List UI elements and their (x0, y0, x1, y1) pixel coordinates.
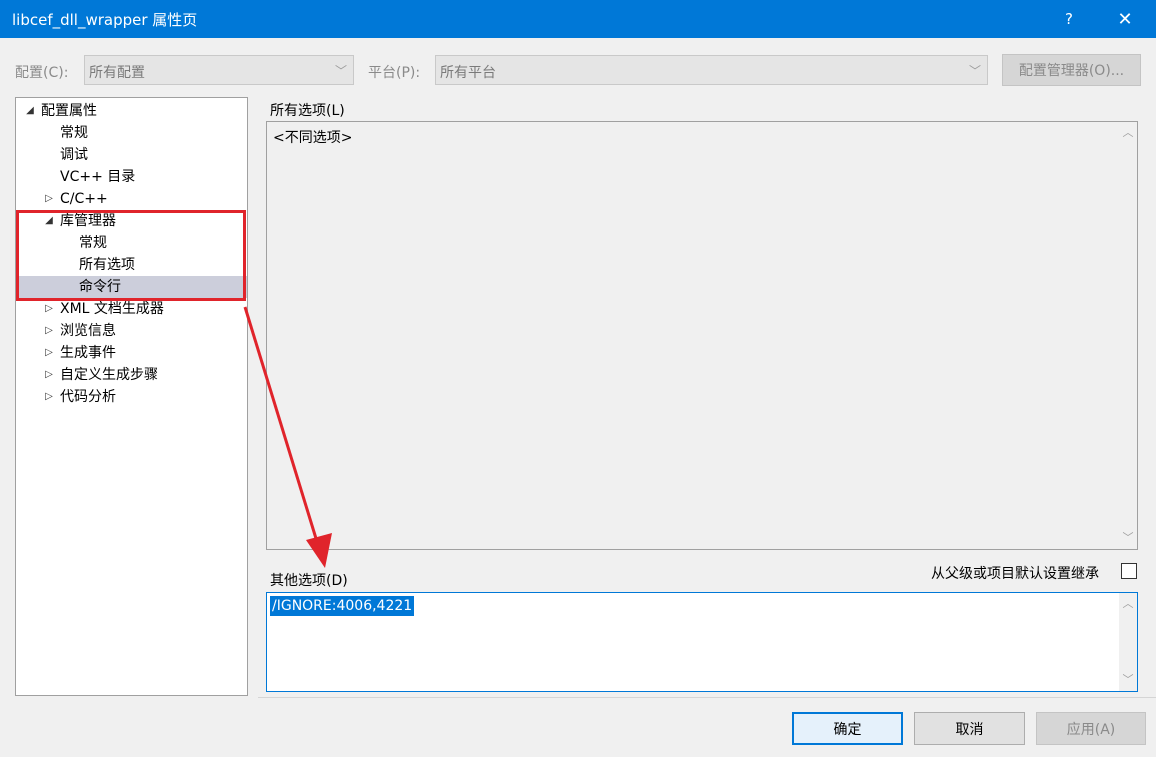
collapse-icon[interactable]: ◢ (24, 100, 36, 122)
tree-item-label: C/C++ (60, 191, 108, 207)
tree-item-label: 自定义生成步骤 (60, 367, 158, 383)
help-icon: ? (1065, 10, 1073, 28)
divider (258, 697, 1156, 698)
inherit-checkbox[interactable] (1121, 563, 1137, 579)
window-title: libcef_dll_wrapper 属性页 (12, 11, 198, 29)
tree-item-build-events[interactable]: ▷ 生成事件 (16, 342, 247, 364)
expand-icon[interactable]: ▷ (43, 386, 55, 408)
tree-item-label: 代码分析 (60, 389, 116, 405)
scroll-down-icon[interactable]: ﹀ (1119, 671, 1137, 689)
scroll-up-icon[interactable]: ︿ (1119, 124, 1137, 142)
scroll-up-icon[interactable]: ︿ (1119, 595, 1137, 613)
config-dropdown[interactable]: 所有配置 ﹀ (84, 55, 354, 85)
chevron-down-icon: ﹀ (334, 64, 347, 78)
all-options-textbox[interactable]: <不同选项> ︿ ﹀ (266, 121, 1138, 550)
tree-item-custom-build[interactable]: ▷ 自定义生成步骤 (16, 364, 247, 386)
cancel-button[interactable]: 取消 (914, 712, 1025, 745)
tree-item-label: 调试 (60, 147, 88, 163)
tree-item-label: 常规 (60, 125, 88, 141)
tree-item-label: XML 文档生成器 (60, 301, 164, 317)
tree-item-general[interactable]: 常规 (16, 122, 247, 144)
scroll-down-icon[interactable]: ﹀ (1119, 529, 1137, 547)
tree-item-cpp[interactable]: ▷ C/C++ (16, 188, 247, 210)
property-tree[interactable]: ◢ 配置属性 常规 调试 VC++ 目录 ▷ C/C++ ◢ 库管理器 常规 所… (15, 97, 248, 696)
title-bar: libcef_dll_wrapper 属性页 ? ✕ (0, 0, 1156, 38)
chevron-down-icon: ﹀ (968, 64, 981, 78)
inherit-label: 从父级或项目默认设置继承 (931, 566, 1099, 582)
config-label: 配置(C): (15, 65, 69, 81)
expand-icon[interactable]: ▷ (43, 364, 55, 386)
other-options-label: 其他选项(D) (270, 573, 348, 589)
expand-icon[interactable]: ▷ (43, 342, 55, 364)
apply-button[interactable]: 应用(A) (1036, 712, 1146, 745)
platform-dropdown[interactable]: 所有平台 ﹀ (435, 55, 988, 85)
expand-icon[interactable]: ▷ (43, 320, 55, 342)
config-manager-button[interactable]: 配置管理器(O)... (1002, 54, 1141, 86)
platform-label: 平台(P): (368, 65, 421, 81)
tree-item-vc-dirs[interactable]: VC++ 目录 (16, 166, 247, 188)
other-options-textbox[interactable]: /IGNORE:4006,4221 ︿ ﹀ (266, 592, 1138, 692)
tree-item-config-props[interactable]: ◢ 配置属性 (16, 100, 247, 122)
platform-value: 所有平台 (440, 65, 496, 81)
tree-item-browse-info[interactable]: ▷ 浏览信息 (16, 320, 247, 342)
config-value: 所有配置 (89, 65, 145, 81)
close-icon: ✕ (1117, 8, 1133, 30)
expand-icon[interactable]: ▷ (43, 188, 55, 210)
tree-item-xml-doc[interactable]: ▷ XML 文档生成器 (16, 298, 247, 320)
all-options-value: <不同选项> (273, 130, 353, 146)
other-options-scrollbar[interactable]: ︿ ﹀ (1119, 593, 1137, 691)
tree-item-label: 浏览信息 (60, 323, 116, 339)
other-options-value[interactable]: /IGNORE:4006,4221 (270, 596, 415, 616)
all-options-scrollbar[interactable]: ︿ ﹀ (1119, 122, 1137, 549)
expand-icon[interactable]: ▷ (43, 298, 55, 320)
annotation-highlight-box (16, 210, 246, 301)
all-options-label: 所有选项(L) (270, 103, 345, 119)
tree-item-label: 生成事件 (60, 345, 116, 361)
ok-button[interactable]: 确定 (792, 712, 903, 745)
tree-item-label: 配置属性 (41, 103, 97, 119)
tree-item-code-analysis[interactable]: ▷ 代码分析 (16, 386, 247, 408)
close-button[interactable]: ✕ (1102, 0, 1148, 38)
tree-item-debug[interactable]: 调试 (16, 144, 247, 166)
tree-item-label: VC++ 目录 (60, 169, 136, 185)
help-button[interactable]: ? (1046, 0, 1092, 38)
